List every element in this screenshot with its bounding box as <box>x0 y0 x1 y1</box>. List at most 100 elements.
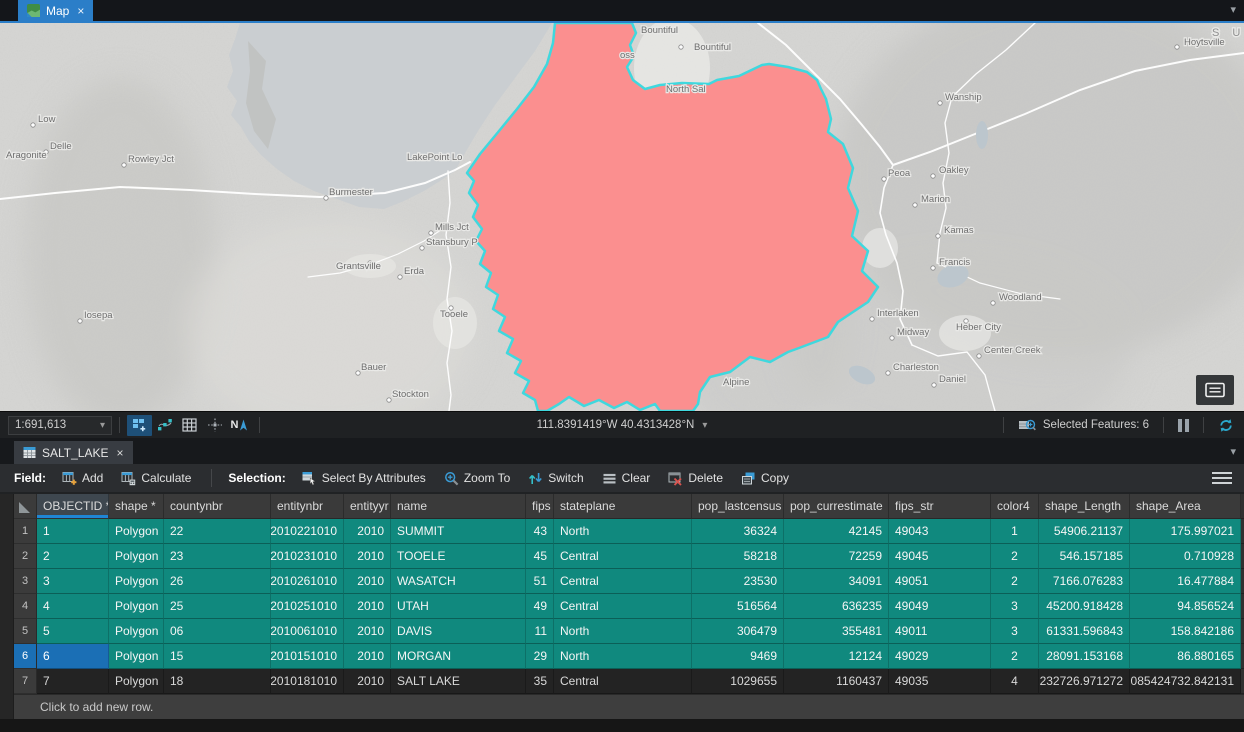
table-cell[interactable]: 355481 <box>784 619 889 644</box>
row-number[interactable]: 3 <box>14 569 37 594</box>
table-cell[interactable]: Polygon <box>109 519 164 544</box>
table-cell[interactable]: 49049 <box>889 594 991 619</box>
snapping-button[interactable] <box>202 415 227 436</box>
table-cell[interactable]: 4 <box>991 669 1039 694</box>
column-header-shape-area[interactable]: shape_Area <box>1130 494 1241 519</box>
table-cell[interactable]: 06 <box>164 619 271 644</box>
row-number[interactable]: 2 <box>14 544 37 569</box>
feature-cache-button[interactable] <box>127 415 152 436</box>
table-cell[interactable]: DAVIS <box>391 619 526 644</box>
table-cell[interactable]: 43 <box>526 519 554 544</box>
column-header-name[interactable]: name <box>391 494 526 519</box>
table-cell[interactable]: 54906.21137 <box>1039 519 1130 544</box>
table-cell[interactable]: 175.997021 <box>1130 519 1241 544</box>
table-cell[interactable]: 2010231010 <box>271 544 344 569</box>
calculate-field-button[interactable]: Calculate <box>117 469 195 488</box>
column-header-stateplane[interactable]: stateplane <box>554 494 692 519</box>
table-cell[interactable]: SUMMIT <box>391 519 526 544</box>
column-header-fips[interactable]: fips <box>526 494 554 519</box>
table-cell[interactable]: 23 <box>164 544 271 569</box>
table-tabstrip-dropdown-icon[interactable]: ▾ <box>1230 445 1236 458</box>
table-cell[interactable]: Central <box>554 669 692 694</box>
table-cell[interactable]: North <box>554 644 692 669</box>
table-cell[interactable]: 2 <box>37 544 109 569</box>
map-overview-button[interactable] <box>1196 375 1234 405</box>
table-cell[interactable]: 1 <box>991 519 1039 544</box>
select-by-attributes-button[interactable]: Select By Attributes <box>298 469 430 488</box>
table-cell[interactable]: 29 <box>526 644 554 669</box>
table-cell[interactable]: 6 <box>37 644 109 669</box>
row-number[interactable]: 1 <box>14 519 37 544</box>
table-cell[interactable]: 2010181010 <box>271 669 344 694</box>
table-row[interactable]: 11Polygon2220102210102010SUMMIT43North36… <box>0 519 1244 544</box>
table-cell[interactable]: 2010 <box>344 594 391 619</box>
clear-selection-button[interactable]: Clear <box>598 469 655 488</box>
table-cell[interactable]: 72259 <box>784 544 889 569</box>
table-cell[interactable]: 232726.971272 <box>1039 669 1130 694</box>
table-cell[interactable]: Polygon <box>109 669 164 694</box>
select-all-corner[interactable] <box>14 494 37 519</box>
table-row[interactable]: 33Polygon2620102610102010WASATCH51Centra… <box>0 569 1244 594</box>
column-header-fips-str[interactable]: fips_str <box>889 494 991 519</box>
north-arrow-button[interactable]: N <box>227 415 252 436</box>
column-header-entityyr[interactable]: entityyr <box>344 494 391 519</box>
map-tab-close-icon[interactable]: × <box>77 5 84 17</box>
table-cell[interactable]: 3 <box>37 569 109 594</box>
table-cell[interactable]: Polygon <box>109 569 164 594</box>
tab-map[interactable]: Map × <box>18 0 93 21</box>
table-cell[interactable]: 28091.153168 <box>1039 644 1130 669</box>
table-cell[interactable]: 49035 <box>889 669 991 694</box>
table-cell[interactable]: 86.880165 <box>1130 644 1241 669</box>
table-cell[interactable]: 42145 <box>784 519 889 544</box>
table-cell[interactable]: Central <box>554 594 692 619</box>
zoom-to-button[interactable]: Zoom To <box>440 469 514 488</box>
table-cell[interactable]: 2 <box>991 644 1039 669</box>
table-cell[interactable]: North <box>554 619 692 644</box>
table-cell[interactable]: 546.157185 <box>1039 544 1130 569</box>
table-cell[interactable]: 2010 <box>344 669 391 694</box>
table-cell[interactable]: 2085424732.842131 <box>1130 669 1241 694</box>
row-number[interactable]: 7 <box>14 669 37 694</box>
column-header-pop-currestimate[interactable]: pop_currestimate <box>784 494 889 519</box>
add-new-row[interactable]: Click to add new row. <box>0 694 1244 719</box>
table-cell[interactable]: 1160437 <box>784 669 889 694</box>
table-cell[interactable]: 94.856524 <box>1130 594 1241 619</box>
pause-drawing-icon[interactable] <box>1178 419 1189 432</box>
table-cell[interactable]: 1029655 <box>692 669 784 694</box>
table-cell[interactable]: 636235 <box>784 594 889 619</box>
table-cell[interactable]: 49043 <box>889 519 991 544</box>
table-cell[interactable]: WASATCH <box>391 569 526 594</box>
column-header-shape[interactable]: shape * <box>109 494 164 519</box>
map-coordinates[interactable]: 111.8391419°W 40.4313428°N ▾ <box>537 419 708 431</box>
table-cell[interactable]: North <box>554 519 692 544</box>
table-cell[interactable]: 2 <box>991 569 1039 594</box>
table-cell[interactable]: 1 <box>37 519 109 544</box>
copy-rows-button[interactable]: Copy <box>737 469 793 488</box>
table-cell[interactable]: 45 <box>526 544 554 569</box>
table-cell[interactable]: 49 <box>526 594 554 619</box>
column-header-pop-lastcensus[interactable]: pop_lastcensus <box>692 494 784 519</box>
table-cell[interactable]: MORGAN <box>391 644 526 669</box>
table-cell[interactable]: 49051 <box>889 569 991 594</box>
table-cell[interactable]: 4 <box>37 594 109 619</box>
table-menu-icon[interactable] <box>1212 469 1232 487</box>
table-cell[interactable]: Polygon <box>109 644 164 669</box>
table-cell[interactable]: Polygon <box>109 544 164 569</box>
table-cell[interactable]: Central <box>554 569 692 594</box>
table-cell[interactable]: 49029 <box>889 644 991 669</box>
table-cell[interactable]: UTAH <box>391 594 526 619</box>
table-row[interactable]: 22Polygon2320102310102010TOOELE45Central… <box>0 544 1244 569</box>
table-row[interactable]: 66Polygon1520101510102010MORGAN29North94… <box>0 644 1244 669</box>
table-cell[interactable]: 306479 <box>692 619 784 644</box>
table-cell[interactable]: 3 <box>991 594 1039 619</box>
table-cell[interactable]: 5 <box>37 619 109 644</box>
table-cell[interactable]: 49011 <box>889 619 991 644</box>
selected-features-count[interactable]: Selected Features: 6 <box>1043 419 1149 431</box>
table-cell[interactable]: 2010061010 <box>271 619 344 644</box>
table-cell[interactable]: TOOELE <box>391 544 526 569</box>
table-cell[interactable]: Polygon <box>109 594 164 619</box>
table-cell[interactable]: 22 <box>164 519 271 544</box>
row-number[interactable]: 5 <box>14 619 37 644</box>
table-cell[interactable]: 0.710928 <box>1130 544 1241 569</box>
tab-salt-lake-table[interactable]: SALT_LAKE × <box>14 441 133 464</box>
